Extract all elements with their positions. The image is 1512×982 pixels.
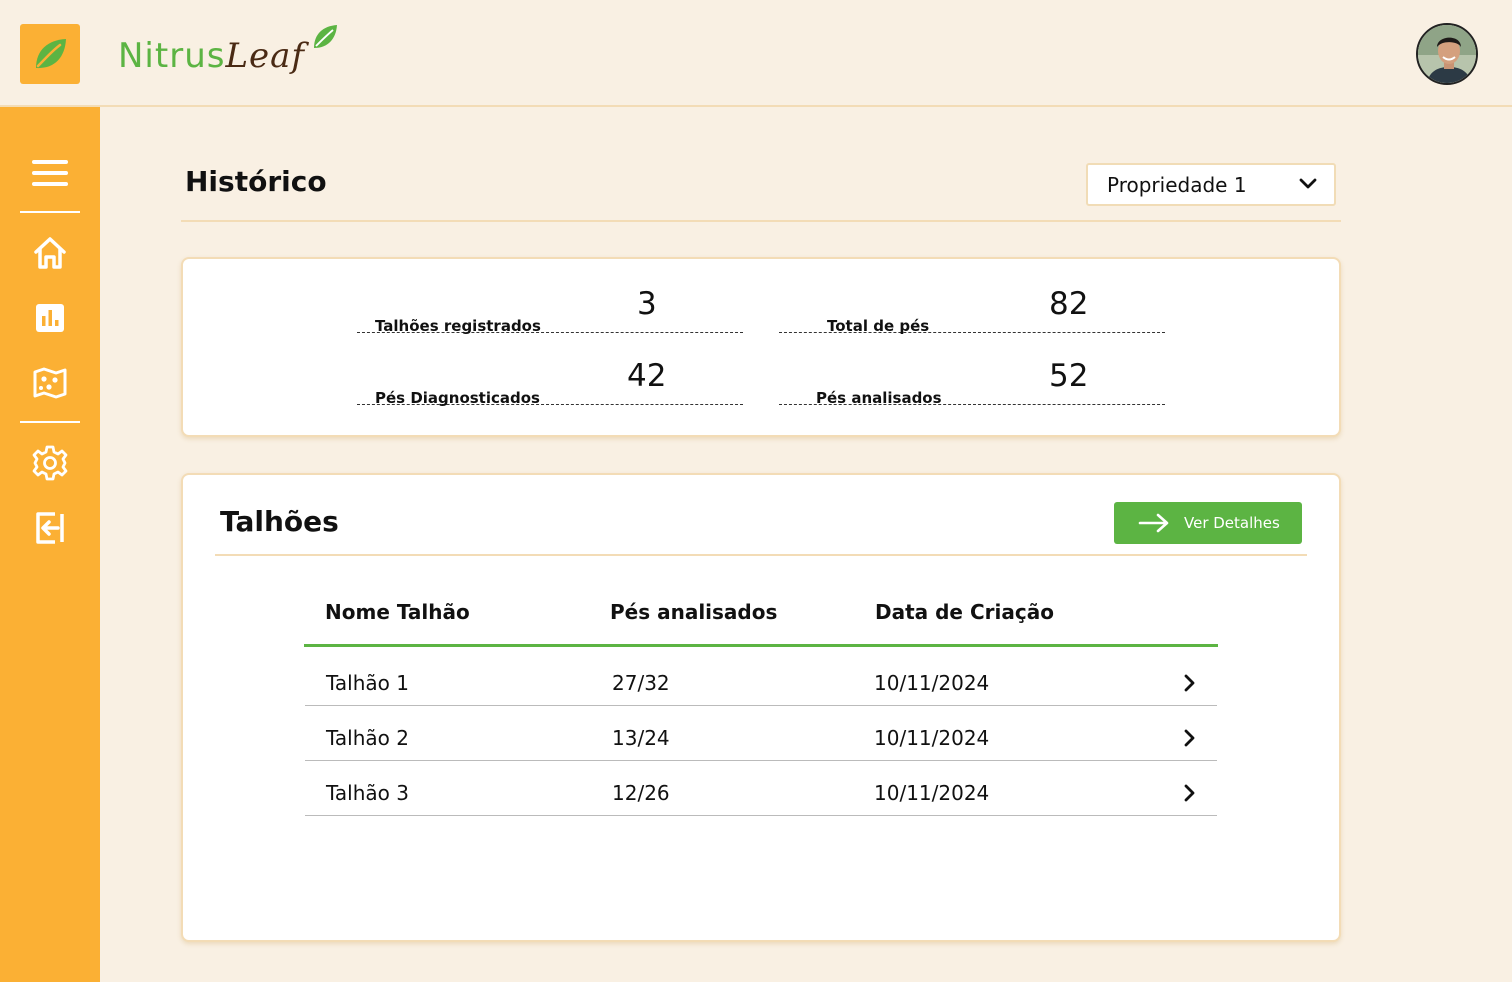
table-row[interactable]: Talhão 3 12/26 10/11/2024 [305, 761, 1217, 816]
leaf-icon [36, 39, 66, 69]
column-header-name: Nome Talhão [325, 600, 470, 624]
divider [181, 220, 1341, 222]
stat-value: 42 [627, 358, 667, 394]
stat-diagnosed-trees: Pés Diagnosticados 42 [357, 353, 743, 407]
brand-name-part1: Nitrus [118, 36, 226, 76]
cell-plot-name: Talhão 2 [326, 726, 409, 750]
column-header-created: Data de Criação [875, 600, 1054, 624]
column-header-analyzed: Pés analisados [610, 600, 778, 624]
chevron-right-icon[interactable] [1183, 784, 1197, 802]
brand-name: NitrusLeaf [118, 36, 305, 76]
stat-analyzed-trees: Pés analisados 52 [779, 353, 1165, 407]
stat-label: Talhões registrados [375, 317, 541, 335]
stat-registered-plots: Talhões registrados 3 [357, 281, 743, 335]
menu-icon [32, 160, 68, 186]
user-avatar[interactable] [1416, 23, 1478, 85]
page-title: Histórico [185, 165, 327, 198]
view-details-label: Ver Detalhes [1184, 514, 1280, 532]
sidebar-divider [20, 211, 80, 213]
home-icon [34, 237, 66, 269]
app-logo-icon[interactable] [20, 24, 80, 84]
property-select-value: Propriedade 1 [1107, 172, 1247, 197]
map-icon [33, 367, 67, 399]
stat-value: 52 [1049, 358, 1089, 394]
stat-label: Total de pés [827, 317, 930, 335]
table-header-divider [304, 644, 1218, 647]
brand-leaf-icon [314, 25, 337, 48]
sidebar-item-settings[interactable] [30, 443, 70, 483]
chevron-right-icon[interactable] [1183, 674, 1197, 692]
cell-analyzed: 27/32 [612, 671, 670, 695]
stat-value: 82 [1049, 286, 1089, 322]
plots-title: Talhões [220, 505, 339, 538]
view-details-button[interactable]: Ver Detalhes [1114, 502, 1302, 544]
stat-value: 3 [637, 286, 657, 322]
sidebar-item-menu[interactable] [30, 153, 70, 193]
bar-chart-icon [36, 304, 64, 332]
top-bar: NitrusLeaf [0, 0, 1512, 107]
sidebar-item-home[interactable] [30, 233, 70, 273]
table-row[interactable]: Talhão 1 27/32 10/11/2024 [305, 651, 1217, 706]
gear-icon [32, 445, 68, 481]
sidebar-divider [20, 421, 80, 423]
sidebar-item-map[interactable] [30, 363, 70, 403]
stat-label: Pés Diagnosticados [375, 389, 540, 407]
user-photo-icon [1418, 25, 1476, 83]
cell-analyzed: 13/24 [612, 726, 670, 750]
cell-created-date: 10/11/2024 [874, 671, 990, 695]
stat-label: Pés analisados [816, 389, 942, 407]
cell-analyzed: 12/26 [612, 781, 670, 805]
arrow-right-icon [1138, 513, 1169, 533]
property-select[interactable]: Propriedade 1 [1086, 163, 1336, 206]
stat-total-trees: Total de pés 82 [779, 281, 1165, 335]
chevron-right-icon[interactable] [1183, 729, 1197, 747]
logout-icon [36, 512, 64, 544]
stats-card [181, 257, 1341, 437]
cell-plot-name: Talhão 1 [326, 671, 409, 695]
divider [215, 554, 1307, 556]
cell-created-date: 10/11/2024 [874, 781, 990, 805]
sidebar [0, 107, 100, 982]
brand-name-part2: Leaf [225, 36, 306, 76]
chevron-down-icon [1299, 178, 1317, 189]
table-row[interactable]: Talhão 2 13/24 10/11/2024 [305, 706, 1217, 761]
sidebar-item-reports[interactable] [30, 298, 70, 338]
brand-logo: NitrusLeaf [118, 22, 358, 82]
cell-plot-name: Talhão 3 [326, 781, 409, 805]
cell-created-date: 10/11/2024 [874, 726, 990, 750]
sidebar-item-logout[interactable] [30, 508, 70, 548]
